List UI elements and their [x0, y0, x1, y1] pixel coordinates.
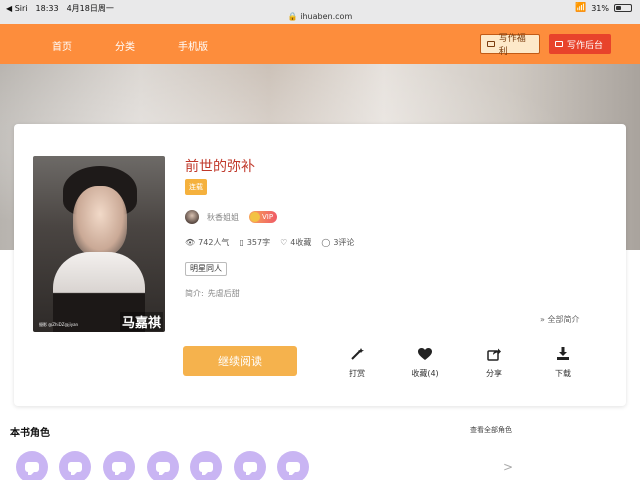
continue-reading-button[interactable]: 继续阅读 — [183, 346, 297, 376]
intro-text: 先虐后甜 — [207, 289, 240, 298]
wifi-icon: 📶 — [575, 3, 587, 13]
role-avatar[interactable] — [103, 451, 135, 480]
heart-icon — [405, 346, 445, 362]
chat-bubble-icon — [286, 462, 300, 475]
vip-label: VIP — [262, 213, 274, 221]
ticket-icon — [487, 41, 495, 47]
nav-mobile[interactable]: 手机版 — [178, 38, 208, 53]
favorite-label: 收藏(4) — [411, 369, 439, 378]
chat-bubble-icon — [68, 462, 82, 475]
cover-credit: 摄影 @ZhiDZ@jiyan — [39, 322, 79, 327]
popularity-count: 742人气 — [198, 238, 230, 247]
roles-next-arrow[interactable]: > — [503, 460, 513, 474]
eye-icon: 👁 — [185, 238, 196, 247]
expand-intro-link[interactable]: » 全部简介 — [540, 314, 579, 325]
cover-name: 马嘉祺 — [119, 312, 163, 331]
book-cover[interactable]: 摄影 @ZhiDZ@jiyan 马嘉祺 — [33, 156, 165, 332]
status-bar: ◀ Siri 18:33 4月18日周一 🔒 ihuaben.com 📶 31% — [0, 0, 640, 24]
role-avatar[interactable] — [147, 451, 179, 480]
share-label: 分享 — [486, 369, 502, 378]
book-info-card: 摄影 @ZhiDZ@jiyan 马嘉祺 前世的弥补 连载 秋香姐姐 VIP 👁 7… — [14, 124, 626, 406]
tip-button[interactable]: 打赏 — [337, 346, 377, 379]
author-row: 秋香姐姐 VIP — [185, 210, 278, 224]
battery-percent: 31% — [591, 3, 609, 13]
role-avatar[interactable] — [234, 451, 266, 480]
tip-label: 打赏 — [349, 369, 365, 378]
magic-wand-icon — [337, 346, 377, 362]
book-title: 前世的弥补 — [185, 159, 255, 175]
status-badge: 连载 — [185, 179, 207, 195]
chat-bubble-icon — [243, 462, 257, 475]
view-all-roles-link[interactable]: 查看全部角色 — [470, 425, 512, 435]
intro-label: 简介: — [185, 289, 204, 298]
writing-backend-button[interactable]: 写作后台 — [549, 34, 611, 54]
chat-bubble-icon — [156, 462, 170, 475]
author-name[interactable]: 秋香姐姐 — [207, 212, 239, 223]
cup-icon — [555, 41, 563, 47]
category-tag[interactable]: 明星同人 — [185, 262, 227, 276]
book-intro: 简介: 先虐后甜 — [185, 288, 240, 299]
chevron-down-icon: » — [540, 315, 545, 324]
author-avatar[interactable] — [185, 210, 199, 224]
word-count: 357字 — [246, 238, 271, 247]
download-button[interactable]: 下载 — [543, 346, 583, 379]
role-avatar[interactable] — [277, 451, 309, 480]
top-nav: 首页 分类 手机版 写作福利 写作后台 — [0, 24, 640, 64]
role-avatar[interactable] — [190, 451, 222, 480]
download-label: 下载 — [555, 369, 571, 378]
nav-categories[interactable]: 分类 — [115, 38, 135, 53]
role-avatar[interactable] — [59, 451, 91, 480]
crown-icon — [250, 212, 260, 222]
chat-bubble-icon — [199, 462, 213, 475]
battery-icon — [614, 4, 632, 12]
role-avatar[interactable] — [16, 451, 48, 480]
url-text: ihuaben.com — [300, 12, 353, 21]
book-stats: 👁 742人气 ▯ 357字 ♡ 4收藏 ◯ 3评论 — [185, 237, 354, 248]
expand-intro-label: 全部简介 — [547, 315, 580, 324]
chat-bubble-icon — [25, 462, 39, 475]
vip-badge: VIP — [249, 211, 278, 223]
writing-welfare-button[interactable]: 写作福利 — [480, 34, 540, 57]
address-bar[interactable]: 🔒 ihuaben.com — [0, 12, 640, 21]
comment-icon: ◯ — [321, 238, 331, 247]
heart-outline-icon: ♡ — [280, 238, 288, 247]
writing-backend-label: 写作后台 — [567, 40, 604, 51]
writing-welfare-label: 写作福利 — [498, 34, 526, 57]
share-icon — [474, 346, 514, 362]
roles-section-title: 本书角色 — [10, 428, 50, 439]
lock-icon: 🔒 — [287, 12, 298, 21]
comment-count[interactable]: 3评论 — [333, 237, 354, 248]
favorite-button[interactable]: 收藏(4) — [405, 346, 445, 379]
document-icon: ▯ — [239, 238, 244, 247]
chat-bubble-icon — [112, 462, 126, 475]
nav-home[interactable]: 首页 — [52, 38, 72, 53]
favorite-count: 4收藏 — [290, 238, 312, 247]
download-icon — [543, 346, 583, 362]
share-button[interactable]: 分享 — [474, 346, 514, 379]
